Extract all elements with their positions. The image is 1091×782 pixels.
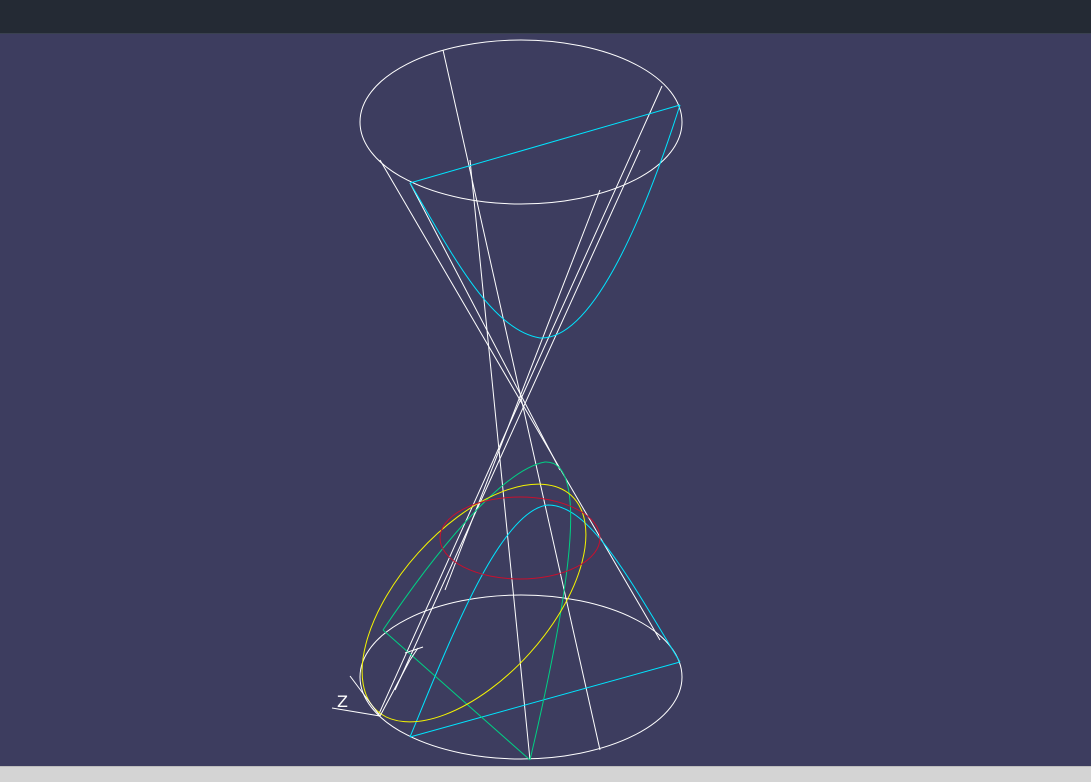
cad-application-window: Z	[0, 0, 1091, 782]
conic-sections-drawing: Z	[331, 39, 683, 761]
upper-cone-base-ellipse	[359, 39, 683, 205]
upper-parabola-section	[409, 104, 681, 339]
lower-cone-base-ellipse	[359, 594, 683, 760]
ucs-z-label: Z	[337, 692, 348, 711]
status-bar	[0, 766, 1091, 782]
drawing-viewport[interactable]: Z	[0, 34, 1091, 766]
cone-generator-lines	[377, 49, 663, 761]
